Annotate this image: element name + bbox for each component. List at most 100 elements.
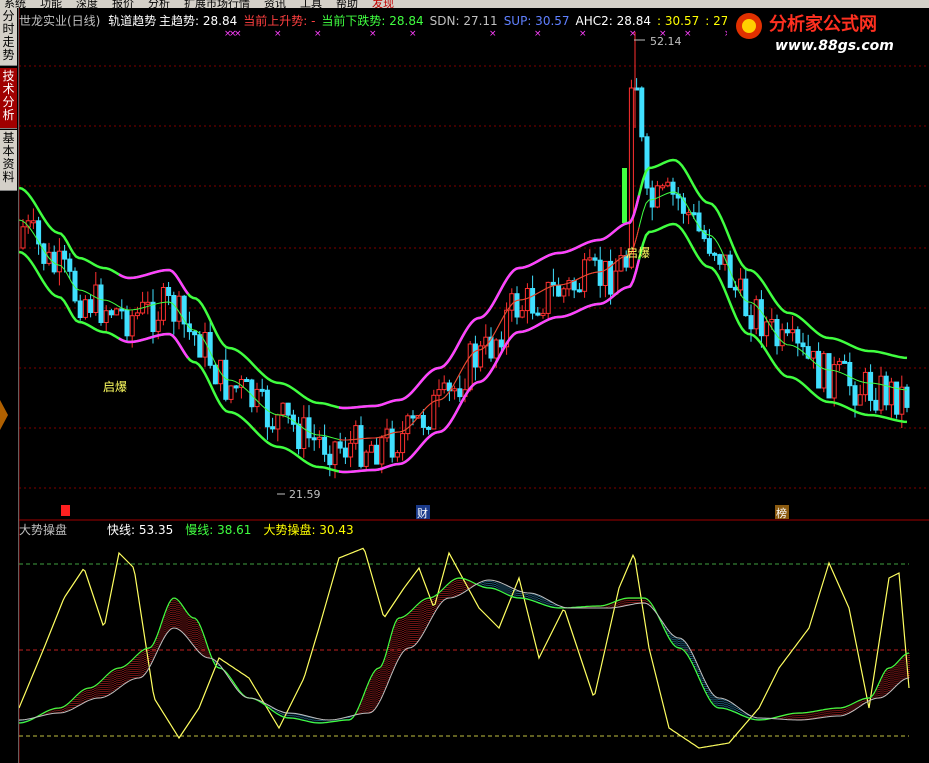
candle-body <box>540 312 546 316</box>
readout-value: 大势操盘: 30.43 <box>263 522 353 537</box>
candle-body <box>717 254 723 265</box>
candle-body <box>738 278 744 291</box>
main-panel-grid <box>19 65 929 489</box>
menu-item[interactable]: 扩展市场行情 <box>184 0 250 8</box>
signal-cross-icon: × <box>314 29 322 39</box>
readout-value: 主趋势: 28.84 <box>159 14 237 28</box>
candle-body <box>847 362 853 387</box>
low-price-label: 21.59 <box>289 488 321 501</box>
candle-body <box>160 287 166 321</box>
candle-body <box>384 428 390 439</box>
candle-body <box>103 310 109 324</box>
candle-body <box>810 350 816 359</box>
candle-body <box>613 270 619 295</box>
signal-label: 启爆 <box>103 380 127 394</box>
candle-body <box>622 168 627 223</box>
tab-technical-analysis[interactable]: 技术分析 <box>0 68 17 129</box>
side-tab-bar: 分时走势 技术分析 基本资料 <box>0 8 19 763</box>
candle-body <box>368 444 374 453</box>
signal-label: 启爆 <box>626 246 650 260</box>
high-price-label: 52.14 <box>650 35 682 48</box>
candle-body <box>327 453 333 466</box>
candlestick-series <box>20 32 910 479</box>
upper-band-line <box>19 158 908 410</box>
candle-body <box>254 388 260 408</box>
candle-body <box>821 353 827 389</box>
candle-body <box>176 295 182 322</box>
candle-body <box>550 281 556 286</box>
chart-area[interactable]: ×××××××××××××× 世龙实业(日线) 轨道趋势 主趋势: 28.84当… <box>19 8 929 763</box>
candle-body <box>394 452 400 458</box>
signal-cross-icon: × <box>684 29 692 39</box>
menu-item[interactable]: 系统 <box>4 0 26 8</box>
upper-band-uptrend-segment <box>118 195 641 410</box>
event-marker-icon[interactable] <box>61 505 70 516</box>
main-panel-readouts: 主趋势: 28.84 当前上升势: - 当前下跌势: 28.84 SDN: 27.11… <box>159 13 747 28</box>
readout-value: SDN: 27.11 <box>430 14 498 28</box>
candle-body <box>457 388 463 398</box>
candle-body <box>649 187 655 208</box>
candle-body <box>192 331 198 336</box>
candle-body <box>374 444 380 465</box>
candle-body <box>171 295 177 322</box>
menu-item[interactable]: 功能 <box>40 0 62 8</box>
candle-body <box>878 375 884 411</box>
signal-cross-icon: × <box>369 29 377 39</box>
candle-body <box>472 343 478 368</box>
candle-body <box>873 399 879 411</box>
menu-item[interactable]: 帮助 <box>336 0 358 8</box>
candle-body <box>514 293 520 318</box>
menu-item-discover[interactable]: 发现 <box>372 0 394 8</box>
candle-body <box>862 371 868 396</box>
candle-body <box>686 212 692 216</box>
candle-body <box>337 441 343 449</box>
candle-body <box>743 278 749 317</box>
candle-body <box>826 353 832 399</box>
candle-body <box>774 319 780 347</box>
event-marker-label: 财 <box>417 506 428 520</box>
tab-intraday[interactable]: 分时走势 <box>0 8 17 66</box>
candle-body <box>571 280 577 291</box>
candle-body <box>592 257 598 261</box>
menu-item[interactable]: 资讯 <box>264 0 286 8</box>
candle-body <box>119 308 125 312</box>
tab-fundamentals[interactable]: 基本资料 <box>0 130 17 191</box>
candle-body <box>644 136 650 189</box>
candle-body <box>129 315 135 337</box>
candle-body <box>665 181 671 187</box>
candle-body <box>566 280 572 290</box>
candle-body <box>894 381 900 415</box>
readout-value: 快线: 53.35 <box>107 523 173 537</box>
candle-body <box>426 426 432 430</box>
candle-body <box>348 442 354 458</box>
candle-body <box>82 299 88 318</box>
sub-panel-readouts: 快线: 53.35 慢线: 38.61 大势操盘: 30.43 <box>107 522 354 537</box>
signal-cross-icon: × <box>489 29 497 39</box>
menu-item[interactable]: 工具 <box>300 0 322 8</box>
candle-body <box>280 402 286 416</box>
candle-body <box>561 288 567 297</box>
sub-panel-name: 大势操盘 <box>19 522 67 537</box>
menu-item[interactable]: 深度 <box>76 0 98 8</box>
menu-item[interactable]: 分析 <box>148 0 170 8</box>
candle-body <box>467 343 473 391</box>
candle-body <box>316 436 322 440</box>
candle-body <box>36 220 42 245</box>
candle-body <box>212 364 218 385</box>
candle-body <box>795 329 801 344</box>
candle-body <box>322 436 328 455</box>
candle-body <box>883 375 889 406</box>
candle-body <box>758 299 764 337</box>
candle-body <box>587 257 593 261</box>
menu-item[interactable]: 报价 <box>112 0 134 8</box>
candle-body <box>660 185 666 189</box>
readout-value: : 30.57 <box>657 14 699 28</box>
candle-body <box>524 288 530 312</box>
candle-body <box>816 350 822 389</box>
main-panel-header: 世龙实业(日线) 轨道趋势 <box>19 13 156 28</box>
collapse-arrow-icon[interactable] <box>0 400 8 430</box>
candle-body <box>244 379 250 382</box>
candle-body <box>56 250 62 273</box>
candle-body <box>20 226 26 249</box>
candle-body <box>88 299 94 314</box>
